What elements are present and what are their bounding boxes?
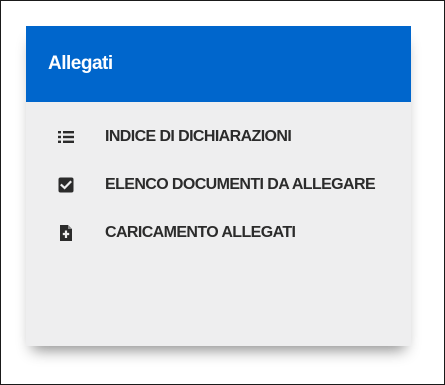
menu-item-elenco-documenti[interactable]: ELENCO DOCUMENTI DA ALLEGARE [26,176,411,197]
checkbox-checked-icon [57,176,75,194]
menu-item-label: CARICAMENTO ALLEGATI [105,224,296,241]
file-upload-icon [57,224,75,242]
attachments-panel: Allegati INDICE DI DICHIARAZIONI ELENCO … [26,26,411,346]
menu-item-label: ELENCO DOCUMENTI DA ALLEGARE [105,176,376,193]
menu-item-caricamento-allegati[interactable]: CARICAMENTO ALLEGATI [26,224,411,245]
list-icon [57,128,75,146]
attachments-menu: INDICE DI DICHIARAZIONI ELENCO DOCUMENTI… [26,102,411,245]
menu-item-label: INDICE DI DICHIARAZIONI [105,128,292,145]
panel-header: Allegati [26,26,411,102]
menu-item-indice-dichiarazioni[interactable]: INDICE DI DICHIARAZIONI [26,128,411,149]
page-frame: Allegati INDICE DI DICHIARAZIONI ELENCO … [0,0,445,385]
panel-title: Allegati [48,53,113,74]
